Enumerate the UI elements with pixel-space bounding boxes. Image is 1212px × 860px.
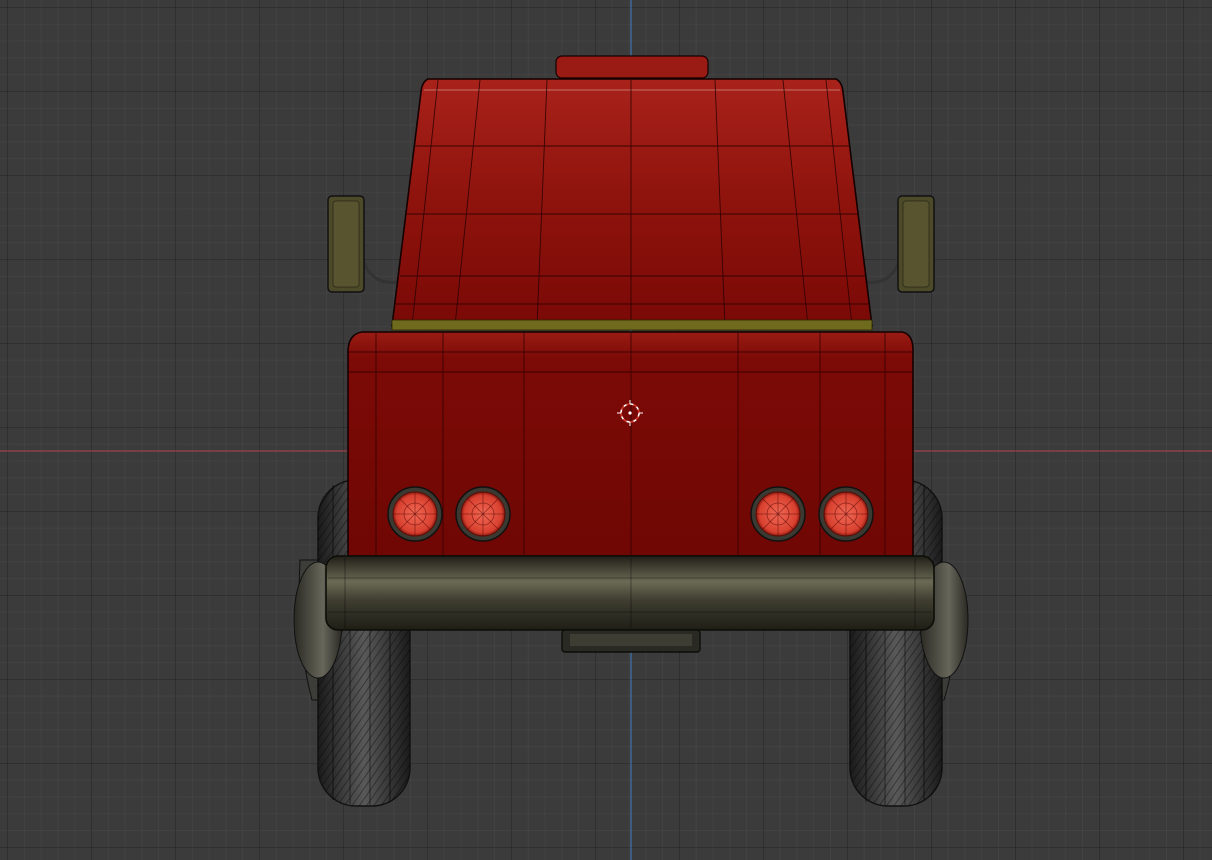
viewport-scene[interactable] <box>0 0 1212 860</box>
tow-hitch[interactable] <box>561 629 701 653</box>
mirror-arm-right <box>865 261 901 284</box>
rear-bumper[interactable] <box>325 555 935 631</box>
cab[interactable] <box>391 78 873 331</box>
roof-light-bar[interactable] <box>555 55 709 79</box>
tail-light-left-outer[interactable] <box>387 486 443 542</box>
3d-viewport[interactable] <box>0 0 1212 860</box>
tail-light-right-outer[interactable] <box>818 486 874 542</box>
mirror-right[interactable] <box>897 195 935 293</box>
tail-light-right-inner[interactable] <box>750 486 806 542</box>
mirror-arm-left <box>362 261 399 284</box>
cab-trim-strip <box>391 319 873 331</box>
mirror-left[interactable] <box>327 195 365 293</box>
tail-light-left-inner[interactable] <box>455 486 511 542</box>
